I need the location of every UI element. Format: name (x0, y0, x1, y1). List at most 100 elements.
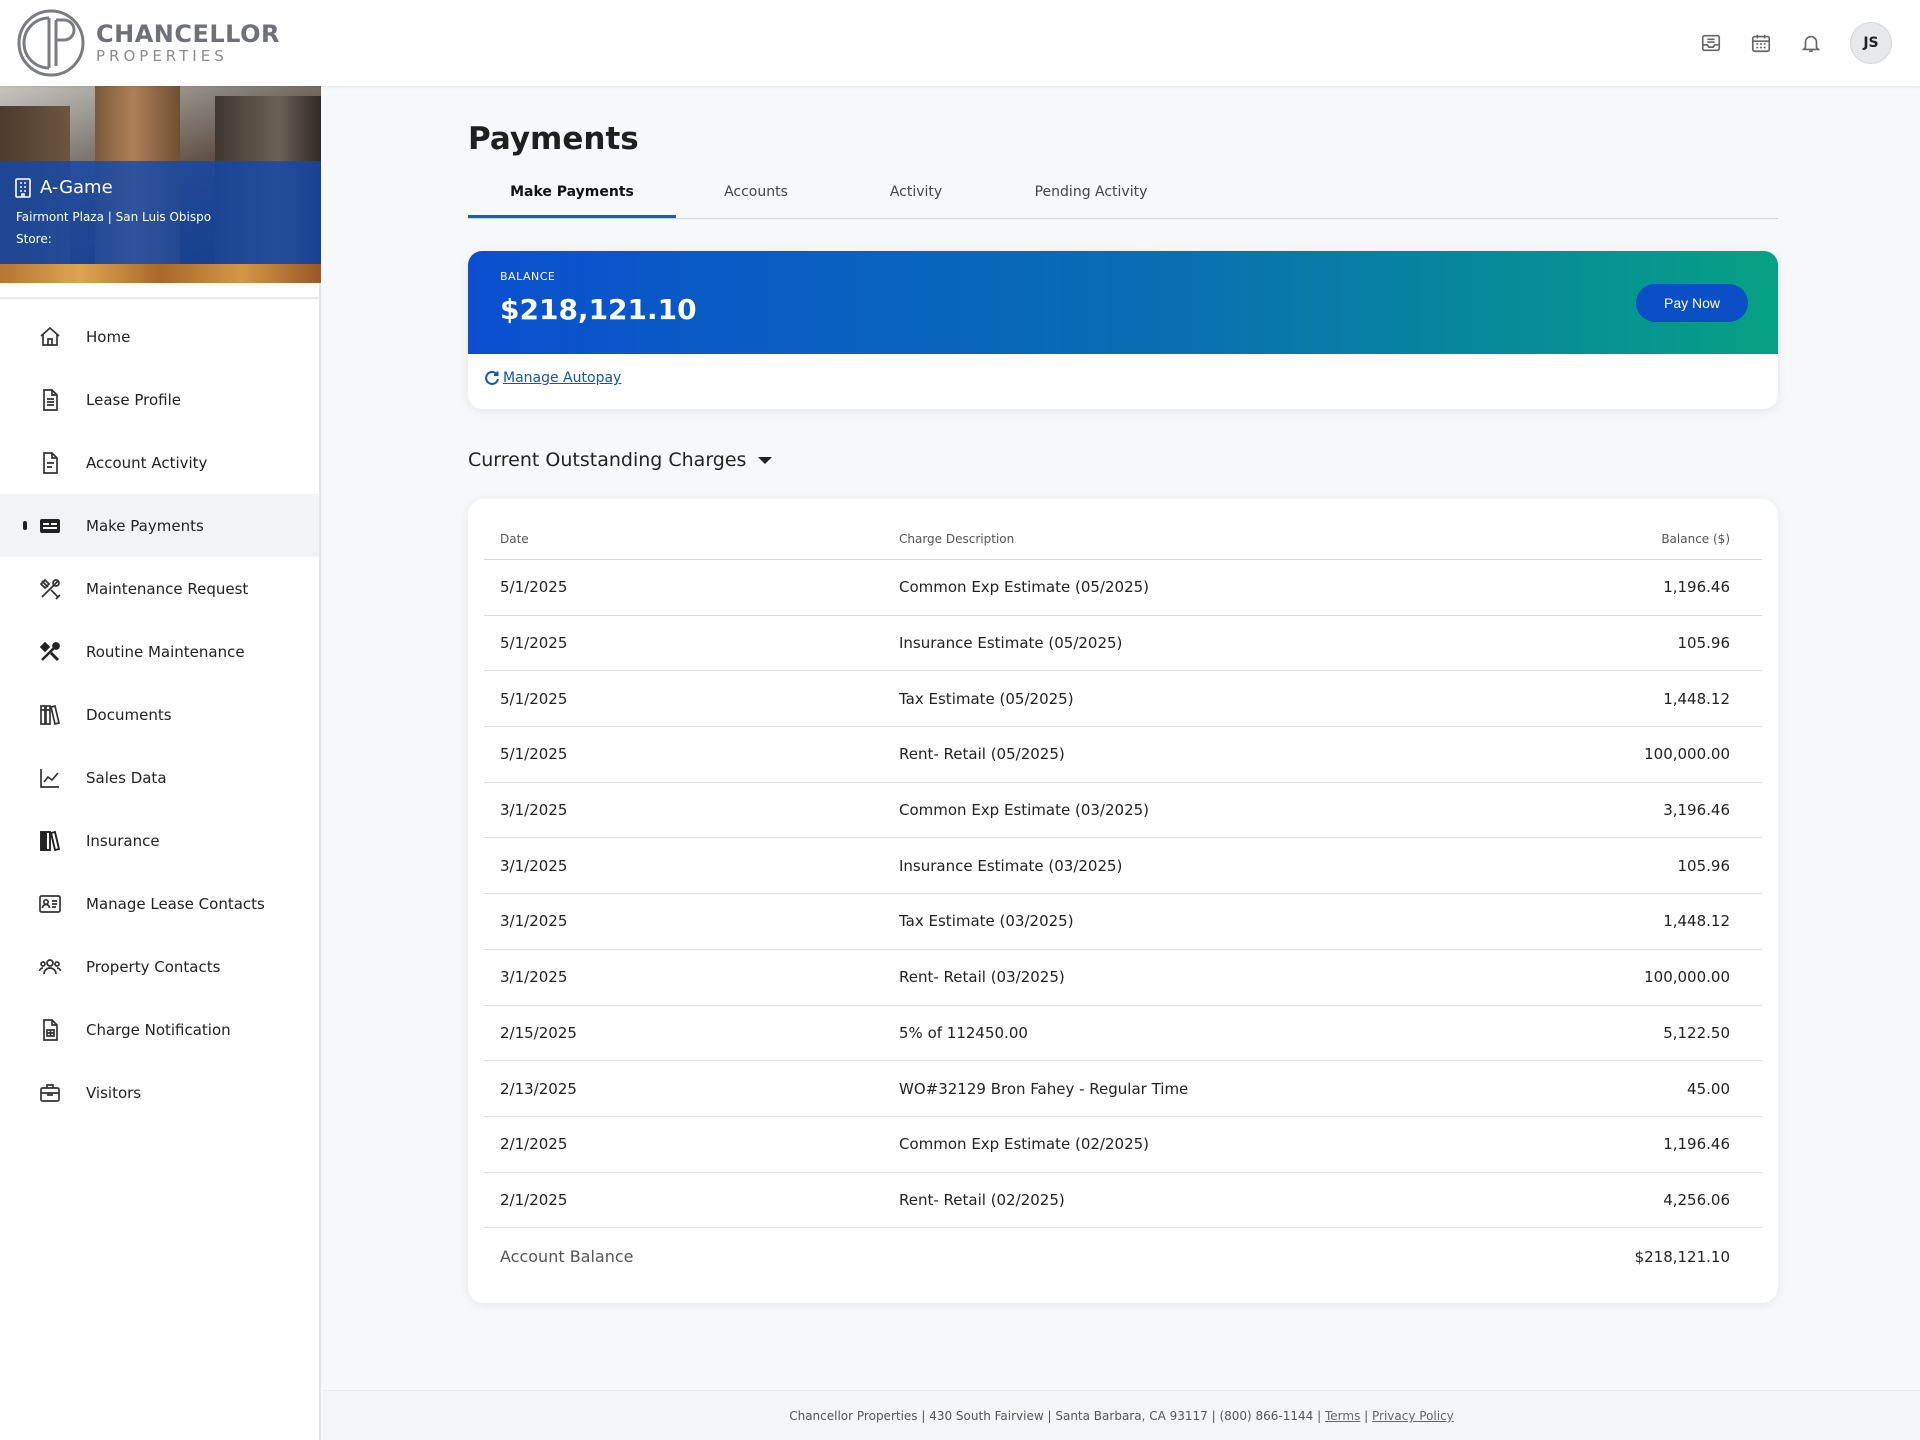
store-name: A-Game (40, 177, 113, 198)
main-content: Payments Make Payments Accounts Activity… (468, 86, 1778, 1304)
tools-icon (39, 578, 61, 600)
payment-tabs: Make Payments Accounts Activity Pending … (468, 179, 1778, 219)
footer-separator: | (1360, 1409, 1372, 1423)
sidebar-item-home[interactable]: Home (0, 305, 319, 368)
building-icon (15, 177, 31, 198)
footer: Chancellor Properties | 430 South Fairvi… (323, 1390, 1920, 1440)
table-row: 2/15/2025 5% of 112450.00 5,122.50 (484, 1006, 1762, 1062)
table-header: Date Charge Description Balance ($) (484, 519, 1762, 560)
inbox-icon[interactable] (1700, 32, 1722, 54)
row-description: Insurance Estimate (03/2025) (899, 856, 1123, 875)
account-balance-value: $218,121.10 (1634, 1247, 1730, 1266)
line-chart-icon (40, 768, 59, 788)
sidebar-item-insurance[interactable]: Insurance (0, 809, 319, 872)
sidebar-item-label: Maintenance Request (86, 579, 249, 598)
row-balance: 3,196.46 (1663, 801, 1730, 820)
row-date: 3/1/2025 (500, 856, 568, 875)
table-row: 5/1/2025 Common Exp Estimate (05/2025) 1… (484, 560, 1762, 616)
briefcase-icon (40, 1083, 60, 1102)
sidebar-item-manage-lease-contacts[interactable]: Manage Lease Contacts (0, 872, 319, 935)
user-avatar[interactable]: JS (1850, 22, 1892, 64)
row-description: Rent- Retail (02/2025) (899, 1190, 1065, 1209)
sidebar-item-visitors[interactable]: Visitors (0, 1061, 319, 1124)
sidebar-item-label: Routine Maintenance (86, 642, 245, 661)
row-description: Common Exp Estimate (03/2025) (899, 801, 1150, 820)
sidebar-item-label: Manage Lease Contacts (86, 894, 265, 913)
row-description: Tax Estimate (05/2025) (899, 689, 1074, 708)
caret-down-icon (758, 456, 773, 464)
row-balance: 105.96 (1677, 634, 1731, 653)
column-header-balance: Balance ($) (1661, 532, 1730, 546)
row-balance: 1,448.12 (1663, 912, 1730, 931)
row-balance: 105.96 (1677, 856, 1731, 875)
pay-now-button[interactable]: Pay Now (1636, 284, 1748, 322)
sidebar-item-routine-maintenance[interactable]: Routine Maintenance (0, 620, 319, 683)
books-filled-icon (40, 830, 61, 851)
row-description: Common Exp Estimate (05/2025) (899, 578, 1150, 597)
row-date: 3/1/2025 (500, 801, 568, 820)
top-bar: CHANCELLOR PROPERTIES JS (0, 0, 1920, 86)
row-balance: 5,122.50 (1663, 1023, 1730, 1042)
row-balance: 45.00 (1687, 1079, 1730, 1098)
row-date: 2/15/2025 (500, 1023, 577, 1042)
tools-filled-icon (39, 641, 60, 661)
row-date: 2/1/2025 (500, 1135, 568, 1154)
store-banner: A-Game Fairmont Plaza | San Luis Obispo … (0, 86, 321, 283)
table-row: 3/1/2025 Common Exp Estimate (03/2025) 3… (484, 783, 1762, 839)
row-date: 2/13/2025 (500, 1079, 577, 1098)
privacy-policy-link[interactable]: Privacy Policy (1372, 1409, 1454, 1423)
sidebar-item-documents[interactable]: Documents (0, 683, 319, 746)
home-icon (40, 326, 60, 346)
tab-pending-activity[interactable]: Pending Activity (996, 179, 1186, 218)
row-balance: 4,256.06 (1663, 1190, 1730, 1209)
page-title: Payments (468, 121, 639, 157)
sidebar-item-maintenance-request[interactable]: Maintenance Request (0, 557, 319, 620)
tab-accounts[interactable]: Accounts (676, 179, 836, 218)
row-balance: 1,196.46 (1663, 1135, 1730, 1154)
table-row: 3/1/2025 Rent- Retail (03/2025) 100,000.… (484, 950, 1762, 1006)
payment-card-icon (40, 518, 60, 533)
sidebar-item-make-payments[interactable]: Make Payments (0, 494, 319, 557)
brand-subname: PROPERTIES (96, 47, 228, 65)
account-balance-label: Account Balance (500, 1247, 634, 1267)
sidebar-item-label: Make Payments (86, 516, 204, 535)
sidebar-item-label: Home (86, 327, 131, 346)
sidebar-item-label: Visitors (86, 1083, 142, 1102)
row-description: Common Exp Estimate (02/2025) (899, 1135, 1150, 1154)
row-description: Tax Estimate (03/2025) (899, 912, 1074, 931)
charges-table: Date Charge Description Balance ($) 5/1/… (468, 499, 1778, 1304)
row-balance: 1,196.46 (1663, 578, 1730, 597)
sidebar-item-sales-data[interactable]: Sales Data (0, 746, 319, 809)
contact-card-icon (39, 894, 61, 913)
manage-autopay-link[interactable]: Manage Autopay (484, 370, 621, 386)
sidebar-item-label: Insurance (86, 831, 160, 850)
terms-link[interactable]: Terms (1325, 1409, 1360, 1423)
table-row: 3/1/2025 Tax Estimate (03/2025) 1,448.12 (484, 894, 1762, 950)
calendar-icon[interactable] (1750, 32, 1772, 54)
column-header-description: Charge Description (899, 532, 1015, 546)
table-row: 5/1/2025 Tax Estimate (05/2025) 1,448.12 (484, 671, 1762, 728)
table-row: 2/13/2025 WO#32129 Bron Fahey - Regular … (484, 1061, 1762, 1117)
document-icon (43, 388, 58, 411)
sidebar-item-charge-notification[interactable]: Charge Notification (0, 998, 319, 1061)
outstanding-charges-toggle[interactable]: Current Outstanding Charges (468, 449, 1778, 471)
balance-card: BALANCE $218,121.10 Pay Now Manage Autop… (468, 251, 1778, 409)
tab-activity[interactable]: Activity (836, 179, 996, 218)
sidebar-item-property-contacts[interactable]: Property Contacts (0, 935, 319, 998)
sidebar-item-account-activity[interactable]: Account Activity (0, 431, 319, 494)
row-date: 5/1/2025 (500, 634, 568, 653)
row-description: Insurance Estimate (05/2025) (899, 634, 1123, 653)
row-date: 5/1/2025 (500, 745, 568, 764)
row-balance: 1,448.12 (1663, 689, 1730, 708)
brand-logo[interactable]: CHANCELLOR PROPERTIES (16, 8, 280, 78)
sidebar-item-label: Documents (86, 705, 172, 724)
store-location: Fairmont Plaza | San Luis Obispo (16, 210, 212, 224)
balance-amount: $218,121.10 (500, 293, 697, 326)
row-description: WO#32129 Bron Fahey - Regular Time (899, 1079, 1189, 1098)
bell-icon[interactable] (1800, 32, 1822, 54)
sidebar-item-lease-profile[interactable]: Lease Profile (0, 368, 319, 431)
tab-make-payments[interactable]: Make Payments (468, 179, 676, 218)
sidebar: A-Game Fairmont Plaza | San Luis Obispo … (0, 86, 321, 1440)
column-header-date: Date (500, 532, 529, 546)
row-description: Rent- Retail (03/2025) (899, 968, 1065, 987)
